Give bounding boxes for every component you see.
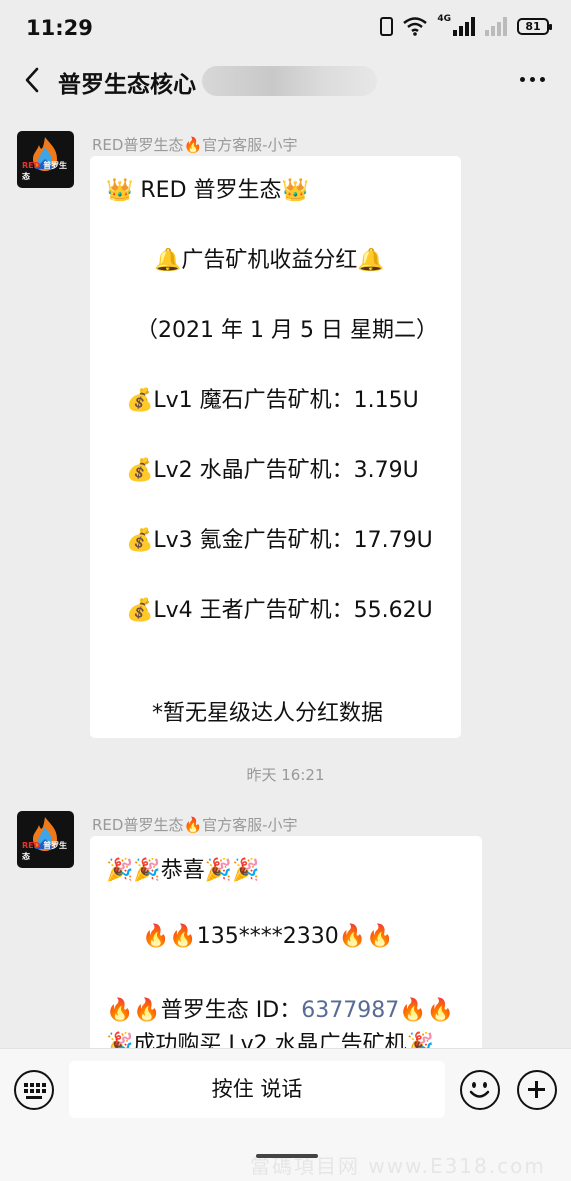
sender-name: RED普罗生态🔥官方客服-小宇 bbox=[92, 136, 298, 154]
message-bubble[interactable]: 👑 RED 普罗生态👑 🔔广告矿机收益分红🔔 （2021 年 1 月 5 日 星… bbox=[90, 156, 461, 738]
keyboard-icon[interactable] bbox=[14, 1070, 54, 1110]
network-type-label: 4G bbox=[437, 14, 451, 24]
message-line: 🔥🔥普罗生态 ID：6377987🔥🔥 bbox=[106, 998, 454, 1023]
home-indicator bbox=[256, 1154, 318, 1158]
avatar-logo-text: RED 普罗生态 bbox=[22, 841, 68, 861]
vibrate-icon bbox=[380, 16, 394, 36]
blurred-title-suffix bbox=[202, 66, 377, 96]
signal-secondary-icon bbox=[485, 16, 507, 36]
chevron-left-icon[interactable] bbox=[18, 64, 48, 96]
message-line: 💰Lv3 氪金广告矿机：17.79U bbox=[126, 528, 433, 553]
message-line: 🔥🔥135****2330🔥🔥 bbox=[142, 924, 394, 949]
user-id-value: 6377987 bbox=[301, 998, 400, 1023]
avatar[interactable]: RED 普罗生态 bbox=[17, 131, 74, 188]
message-line: 👑 RED 普罗生态👑 bbox=[106, 178, 309, 203]
avatar-logo-text: RED 普罗生态 bbox=[22, 161, 68, 181]
message-line: 💰Lv4 王者广告矿机：55.62U bbox=[126, 598, 433, 623]
message-line: 🔔广告矿机收益分红🔔 bbox=[154, 248, 385, 273]
message-line: 🎉成功购买 Lv2 水晶广告矿机🎉 bbox=[106, 1032, 435, 1048]
more-dots-icon[interactable] bbox=[520, 77, 545, 82]
message-line: （2021 年 1 月 5 日 星期二） bbox=[136, 318, 438, 343]
plus-circle-icon[interactable] bbox=[517, 1070, 557, 1110]
status-time: 11:29 bbox=[26, 16, 93, 40]
sender-name: RED普罗生态🔥官方客服-小宇 bbox=[92, 816, 298, 834]
avatar[interactable]: RED 普罗生态 bbox=[17, 811, 74, 868]
smiley-icon[interactable] bbox=[460, 1070, 500, 1110]
message-line: *暂无星级达人分红数据 bbox=[152, 701, 384, 726]
chat-timestamp: 昨天 16:21 bbox=[246, 766, 325, 784]
chat-title: 普罗生态核心 bbox=[58, 72, 196, 98]
wifi-icon bbox=[403, 16, 428, 36]
message-line: 💰Lv2 水晶广告矿机：3.79U bbox=[126, 458, 419, 483]
message-line: 💰Lv1 魔石广告矿机：1.15U bbox=[126, 388, 419, 413]
signal-icon bbox=[453, 16, 475, 36]
message-line: 🎉🎉恭喜🎉🎉 bbox=[106, 858, 260, 883]
status-bar: 11:29 4G 81 bbox=[0, 0, 571, 58]
message-bubble[interactable]: 🎉🎉恭喜🎉🎉 🔥🔥135****2330🔥🔥 🔥🔥普罗生态 ID：6377987… bbox=[90, 836, 482, 1048]
chat-header: 普罗生态核心 bbox=[0, 58, 571, 104]
battery-icon: 81 bbox=[517, 17, 552, 35]
hold-to-talk-button[interactable]: 按住 说话 bbox=[69, 1061, 445, 1118]
status-icons: 4G 81 bbox=[380, 14, 552, 36]
